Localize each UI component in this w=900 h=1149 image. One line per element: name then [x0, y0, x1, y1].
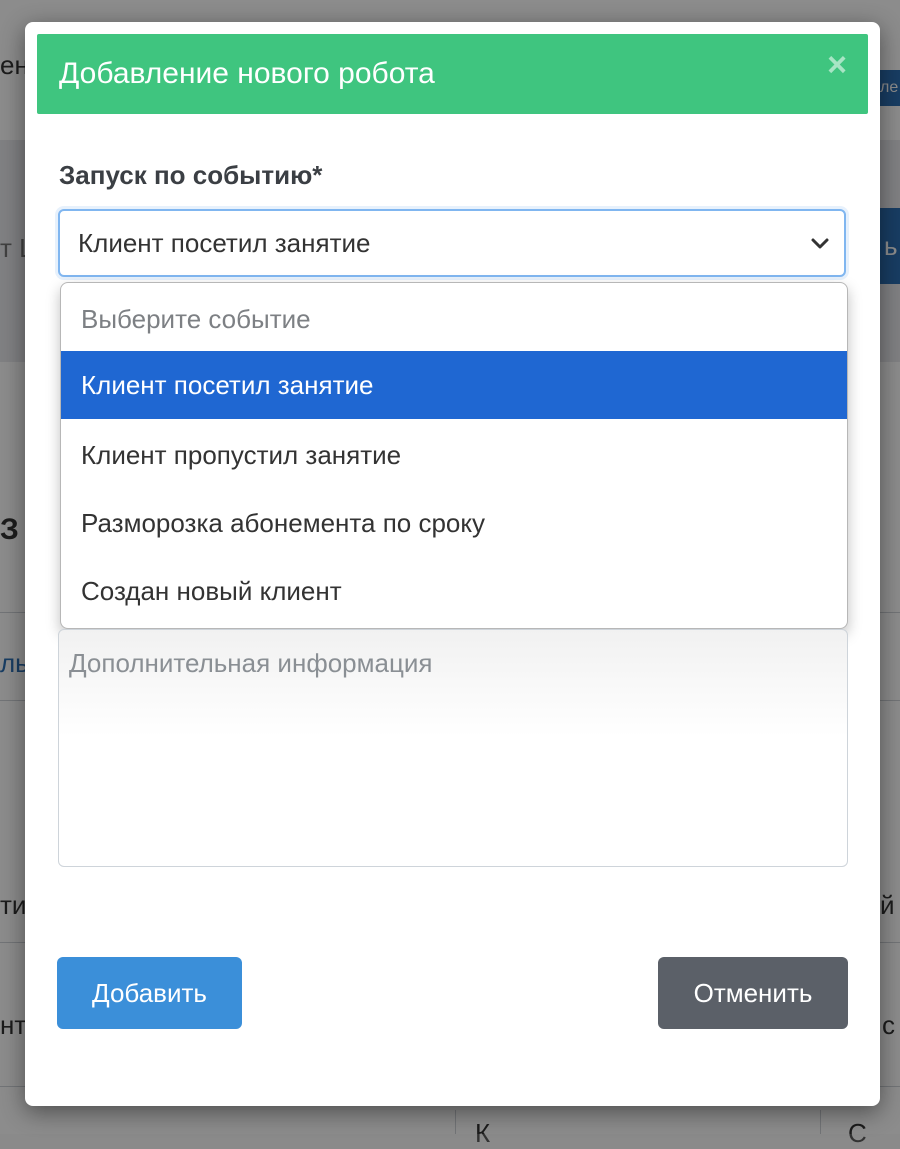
event-option-client-missed[interactable]: Клиент пропустил занятие — [61, 421, 847, 489]
event-options-list: Выберите событие Клиент посетил занятие … — [60, 282, 848, 629]
event-option-placeholder[interactable]: Выберите событие — [61, 285, 847, 353]
event-option-new-client[interactable]: Создан новый клиент — [61, 557, 847, 625]
cancel-button[interactable]: Отменить — [658, 957, 848, 1029]
chevron-down-icon — [811, 238, 829, 249]
add-button[interactable]: Добавить — [57, 957, 242, 1029]
modal-title: Добавление нового робота — [59, 57, 435, 90]
event-select-value: Клиент посетил занятие — [78, 228, 371, 258]
event-option-unfreeze[interactable]: Разморозка абонемента по сроку — [61, 489, 847, 557]
event-field-label: Запуск по событию* — [59, 160, 323, 190]
close-icon[interactable]: × — [820, 48, 854, 82]
event-select[interactable]: Клиент посетил занятие — [58, 209, 846, 277]
modal-header: Добавление нового робота × — [37, 34, 868, 114]
extra-info-placeholder: Дополнительная информация — [69, 648, 433, 678]
event-option-client-visited[interactable]: Клиент посетил занятие — [61, 351, 847, 419]
extra-info-textarea[interactable]: Дополнительная информация — [58, 629, 848, 867]
